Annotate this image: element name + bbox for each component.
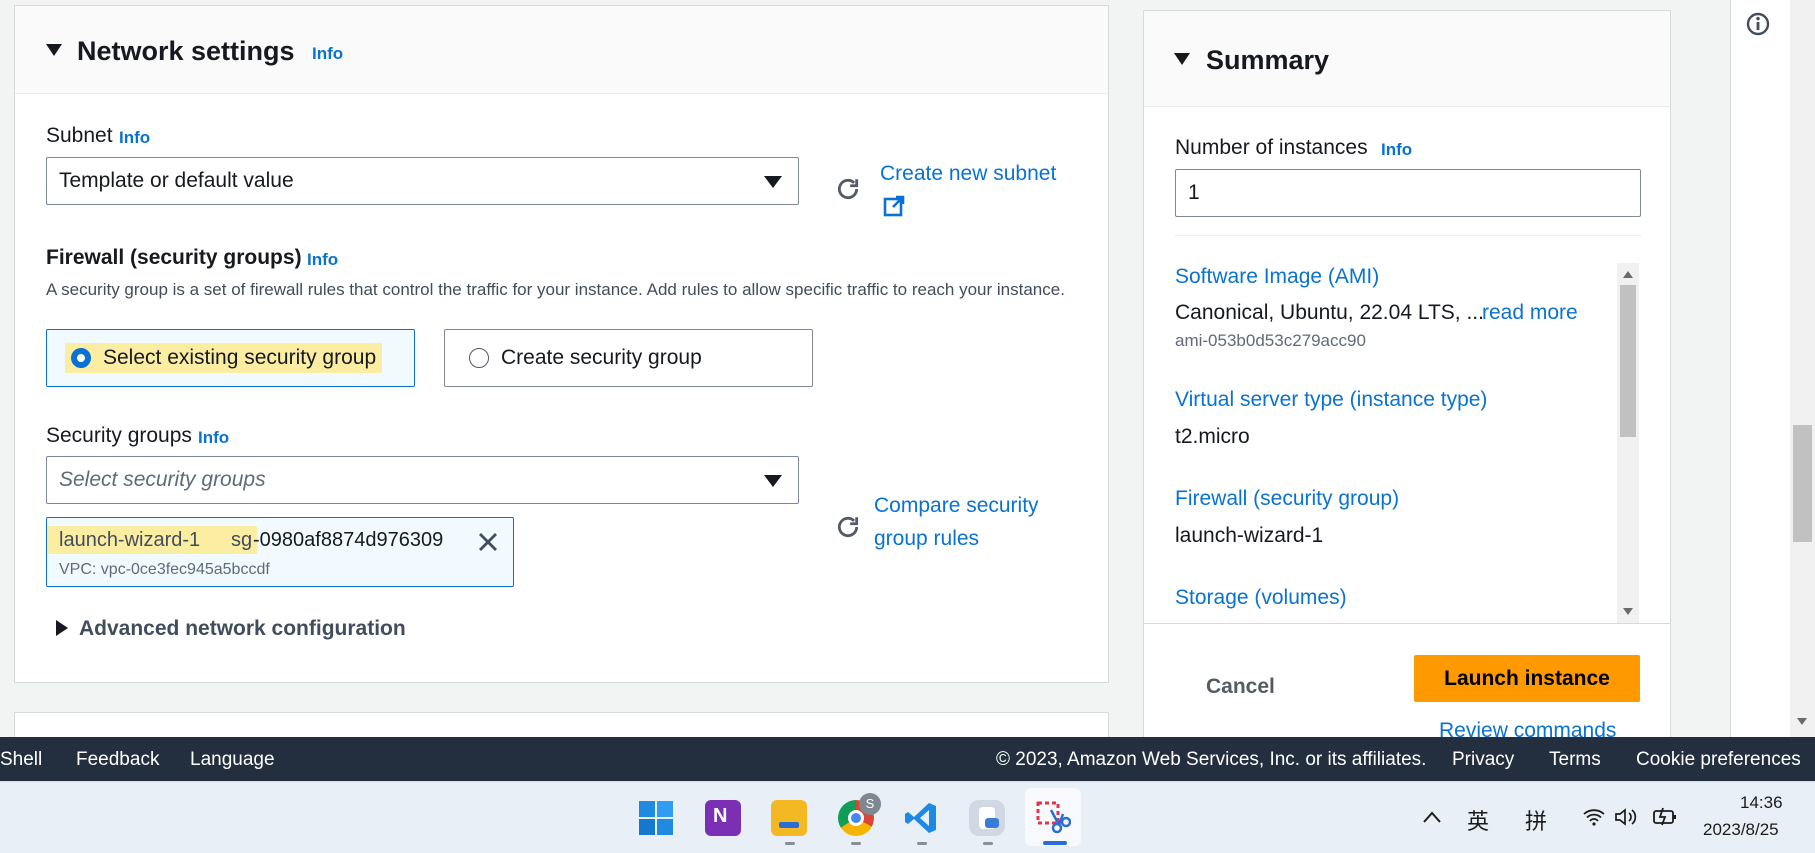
collapse-caret-icon[interactable]: [1174, 53, 1190, 65]
create-new-subnet-link[interactable]: Create new subnet: [880, 162, 1056, 186]
windows-start-icon[interactable]: [638, 800, 674, 836]
feedback-link[interactable]: Feedback: [76, 749, 159, 771]
security-groups-label: Security groups: [46, 424, 192, 447]
scroll-up-icon[interactable]: [1623, 271, 1633, 278]
chevron-down-icon: [764, 176, 782, 188]
subnet-select-value: Template or default value: [59, 169, 294, 192]
create-sg-label: Create security group: [501, 346, 702, 369]
firewall-summary-link[interactable]: Firewall (security group): [1175, 487, 1399, 511]
subnet-select[interactable]: Template or default value: [46, 157, 799, 205]
close-icon[interactable]: [477, 531, 499, 553]
ime-language-indicator[interactable]: 英: [1467, 804, 1489, 836]
firewall-description: A security group is a set of firewall ru…: [46, 280, 1065, 299]
console-footer: Shell Feedback Language © 2023, Amazon W…: [0, 737, 1815, 781]
utility-panel-strip: [1730, 0, 1790, 737]
windows-taskbar: N S 英 拼 14:36 2023/8/25: [0, 781, 1815, 853]
token-sg-id: -0980af8874d976309: [253, 529, 444, 551]
clock-date[interactable]: 2023/8/25: [1703, 820, 1779, 840]
cancel-button[interactable]: Cancel: [1206, 675, 1275, 699]
instances-value: 1: [1188, 181, 1200, 204]
ami-id: ami-053b0d53c279acc90: [1175, 331, 1366, 350]
terms-link[interactable]: Terms: [1549, 749, 1601, 771]
onenote-icon[interactable]: N: [705, 800, 741, 836]
summary-panel: Summary Number of instances Info 1 Softw…: [1143, 10, 1671, 742]
firewall-summary-value: launch-wizard-1: [1175, 524, 1324, 547]
divider: [1175, 235, 1641, 236]
app-icon[interactable]: [969, 800, 1005, 836]
summary-scroll-thumb[interactable]: [1620, 285, 1636, 437]
ami-read-more-link[interactable]: read more: [1482, 301, 1578, 325]
copyright-text: © 2023, Amazon Web Services, Inc. or its…: [996, 749, 1427, 770]
battery-icon[interactable]: [1652, 806, 1678, 826]
refresh-icon[interactable]: [835, 176, 861, 202]
running-indicator: [983, 842, 993, 845]
advanced-network-config-toggle[interactable]: Advanced network configuration: [79, 617, 406, 641]
cookie-preferences-link[interactable]: Cookie preferences: [1636, 749, 1801, 771]
radio-selected[interactable]: [71, 348, 91, 368]
network-settings-panel: Network settings Info Subnet Info Templa…: [14, 5, 1109, 683]
number-of-instances-label: Number of instances: [1175, 136, 1368, 159]
wifi-icon[interactable]: [1583, 808, 1605, 826]
firewall-info-link[interactable]: Info: [307, 250, 338, 270]
network-settings-info-link[interactable]: Info: [312, 44, 343, 64]
subnet-info-link[interactable]: Info: [119, 128, 150, 148]
divider: [1144, 623, 1670, 624]
network-settings-header[interactable]: Network settings Info: [15, 6, 1108, 94]
chevron-down-icon: [764, 475, 782, 487]
chevron-up-icon[interactable]: [1422, 810, 1442, 824]
radio-unselected[interactable]: [469, 348, 489, 368]
summary-title: Summary: [1206, 45, 1330, 75]
firewall-label: Firewall (security groups): [46, 246, 302, 269]
external-link-icon[interactable]: [882, 194, 906, 218]
collapse-caret-icon[interactable]: [46, 44, 62, 56]
subnet-label: Subnet: [46, 124, 113, 147]
token-sg-prefix: sg: [231, 529, 253, 551]
expand-caret-icon[interactable]: [56, 620, 68, 636]
token-vpc: VPC: vpc-0ce3fec945a5bccdf: [59, 561, 270, 578]
page-scroll-thumb[interactable]: [1793, 425, 1812, 542]
security-group-token: launch-wizard-1 sg -0980af8874d976309 VP…: [46, 517, 514, 587]
snipping-tool-icon[interactable]: [1035, 800, 1071, 836]
running-indicator: [851, 842, 861, 845]
running-indicator: [785, 842, 795, 845]
instance-type-value: t2.micro: [1175, 425, 1250, 448]
running-indicator: [917, 842, 927, 845]
chrome-profile-badge: S: [859, 793, 881, 815]
vscode-icon[interactable]: [903, 800, 939, 836]
refresh-icon[interactable]: [835, 514, 861, 540]
scroll-down-icon[interactable]: [1797, 718, 1807, 725]
ami-link[interactable]: Software Image (AMI): [1175, 265, 1379, 289]
ime-mode-indicator[interactable]: 拼: [1525, 804, 1547, 836]
compare-sg-rules-link[interactable]: Compare security: [874, 494, 1039, 518]
volume-icon[interactable]: [1614, 807, 1638, 827]
cloudshell-link[interactable]: Shell: [0, 749, 42, 771]
number-of-instances-input[interactable]: 1: [1175, 169, 1641, 217]
summary-scrollbar[interactable]: [1617, 263, 1639, 623]
privacy-link[interactable]: Privacy: [1452, 749, 1514, 771]
active-indicator: [1043, 841, 1067, 845]
token-sg-name: launch-wizard-1: [59, 529, 201, 551]
scroll-down-icon[interactable]: [1623, 608, 1633, 615]
file-explorer-icon[interactable]: [771, 800, 807, 836]
instance-type-link[interactable]: Virtual server type (instance type): [1175, 388, 1487, 412]
security-groups-placeholder: Select security groups: [59, 468, 266, 491]
select-existing-sg-label: Select existing security group: [103, 346, 377, 369]
language-link[interactable]: Language: [190, 749, 275, 771]
security-groups-select[interactable]: Select security groups: [46, 456, 799, 504]
summary-header[interactable]: Summary: [1144, 11, 1670, 107]
info-circle-icon[interactable]: [1746, 12, 1770, 36]
storage-link[interactable]: Storage (volumes): [1175, 586, 1347, 610]
create-sg-option[interactable]: Create security group: [444, 329, 813, 387]
instances-info-link[interactable]: Info: [1381, 140, 1412, 160]
page-scrollbar[interactable]: [1790, 0, 1815, 737]
compare-sg-rules-link-line2[interactable]: group rules: [874, 527, 979, 551]
ami-value: Canonical, Ubuntu, 22.04 LTS, ...: [1175, 301, 1484, 324]
launch-instance-label: Launch instance: [1444, 666, 1610, 690]
select-existing-sg-option[interactable]: Select existing security group: [46, 329, 415, 387]
security-groups-info-link[interactable]: Info: [198, 428, 229, 448]
clock-time[interactable]: 14:36: [1740, 793, 1783, 813]
launch-instance-button[interactable]: Launch instance: [1414, 655, 1640, 702]
network-settings-title: Network settings: [77, 36, 295, 66]
